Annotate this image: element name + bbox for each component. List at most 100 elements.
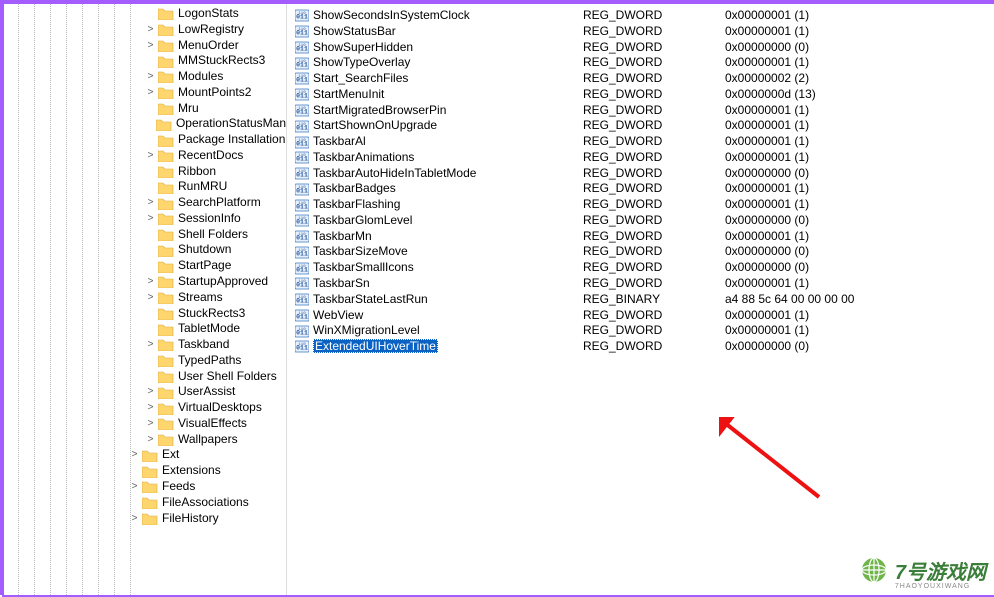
tree-item[interactable]: >Ext [4, 447, 286, 463]
value-type: REG_DWORD [583, 8, 725, 24]
expand-chevron-icon[interactable]: > [145, 416, 156, 432]
expand-chevron-icon[interactable]: > [129, 447, 140, 463]
expand-chevron-icon[interactable]: > [145, 85, 156, 101]
value-row[interactable]: TaskbarMnREG_DWORD0x00000001 (1) [287, 229, 994, 245]
value-row[interactable]: WinXMigrationLevelREG_DWORD0x00000001 (1… [287, 323, 994, 339]
expand-chevron-icon[interactable]: > [145, 211, 156, 227]
value-row[interactable]: TaskbarAlREG_DWORD0x00000001 (1) [287, 134, 994, 150]
expand-chevron-icon[interactable]: > [145, 148, 156, 164]
value-row[interactable]: StartMenuInitREG_DWORD0x0000000d (13) [287, 87, 994, 103]
folder-icon [158, 55, 174, 68]
tree-item[interactable]: Shell Folders [4, 227, 286, 243]
tree-item[interactable]: >SearchPlatform [4, 195, 286, 211]
value-row[interactable]: TaskbarAutoHideInTabletModeREG_DWORD0x00… [287, 166, 994, 182]
tree-item[interactable]: TabletMode [4, 321, 286, 337]
value-data: 0x00000001 (1) [725, 118, 994, 134]
tree-item[interactable]: >VisualEffects [4, 416, 286, 432]
tree-item[interactable]: >Wallpapers [4, 432, 286, 448]
expand-chevron-icon[interactable]: > [145, 38, 156, 54]
value-data: 0x00000001 (1) [725, 323, 994, 339]
tree-item[interactable]: >LowRegistry [4, 22, 286, 38]
value-data: 0x00000001 (1) [725, 276, 994, 292]
value-row[interactable]: TaskbarBadgesREG_DWORD0x00000001 (1) [287, 181, 994, 197]
tree-item[interactable]: >Streams [4, 290, 286, 306]
dword-icon [287, 9, 313, 22]
tree-item-label: LogonStats [178, 6, 239, 22]
tree-item[interactable]: LogonStats [4, 6, 286, 22]
folder-icon [158, 39, 174, 52]
value-row[interactable]: TaskbarAnimationsREG_DWORD0x00000001 (1) [287, 150, 994, 166]
tree-item-label: Extensions [162, 463, 221, 479]
dword-icon [287, 72, 313, 85]
expand-chevron-icon[interactable]: > [145, 400, 156, 416]
folder-icon [158, 134, 174, 147]
tree-item[interactable]: FileAssociations [4, 495, 286, 511]
tree-item[interactable]: >SessionInfo [4, 211, 286, 227]
value-row[interactable]: TaskbarSnREG_DWORD0x00000001 (1) [287, 276, 994, 292]
tree-item[interactable]: >Taskband [4, 337, 286, 353]
tree-item[interactable]: Ribbon [4, 164, 286, 180]
tree-item[interactable]: >RecentDocs [4, 148, 286, 164]
tree-item[interactable]: >Modules [4, 69, 286, 85]
value-type: REG_DWORD [583, 134, 725, 150]
value-row[interactable]: WebViewREG_DWORD0x00000001 (1) [287, 308, 994, 324]
value-row[interactable]: TaskbarGlomLevelREG_DWORD0x00000000 (0) [287, 213, 994, 229]
value-name: Start_SearchFiles [313, 71, 583, 87]
dword-icon [287, 167, 313, 180]
value-row[interactable]: TaskbarSmallIconsREG_DWORD0x00000000 (0) [287, 260, 994, 276]
value-name: StartMenuInit [313, 87, 583, 103]
tree-item[interactable]: Shutdown [4, 242, 286, 258]
expand-chevron-icon[interactable]: > [145, 274, 156, 290]
value-data: 0x00000001 (1) [725, 24, 994, 40]
value-row[interactable]: TaskbarStateLastRunREG_BINARYa4 88 5c 64… [287, 292, 994, 308]
expand-chevron-icon[interactable]: > [145, 432, 156, 448]
values-pane[interactable]: ShowSecondsInSystemClockREG_DWORD0x00000… [287, 4, 994, 595]
value-row[interactable]: Start_SearchFilesREG_DWORD0x00000002 (2) [287, 71, 994, 87]
tree-item[interactable]: >FileHistory [4, 511, 286, 527]
tree-item[interactable]: TypedPaths [4, 353, 286, 369]
tree-item[interactable]: Package Installation [4, 132, 286, 148]
tree-item[interactable]: MMStuckRects3 [4, 53, 286, 69]
folder-icon [158, 402, 174, 415]
folder-icon [142, 465, 158, 478]
tree-item[interactable]: > Feeds [4, 479, 286, 495]
expand-chevron-icon[interactable]: > [145, 195, 156, 211]
tree-item-label: Ribbon [178, 164, 216, 180]
value-row[interactable]: StartMigratedBrowserPinREG_DWORD0x000000… [287, 103, 994, 119]
tree-item[interactable]: RunMRU [4, 179, 286, 195]
tree-item[interactable]: >UserAssist [4, 384, 286, 400]
tree-item[interactable]: >VirtualDesktops [4, 400, 286, 416]
value-row[interactable]: TaskbarFlashingREG_DWORD0x00000001 (1) [287, 197, 994, 213]
tree-item[interactable]: Extensions [4, 463, 286, 479]
expand-chevron-icon[interactable]: > [129, 511, 140, 527]
tree-item[interactable]: >MountPoints2 [4, 85, 286, 101]
value-row[interactable]: ShowSecondsInSystemClockREG_DWORD0x00000… [287, 8, 994, 24]
tree-item[interactable]: StartPage [4, 258, 286, 274]
expand-chevron-icon[interactable]: > [145, 384, 156, 400]
value-name: ExtendedUIHoverTime [313, 339, 583, 355]
value-row[interactable]: ShowTypeOverlayREG_DWORD0x00000001 (1) [287, 55, 994, 71]
expand-chevron-icon[interactable]: > [129, 479, 140, 495]
value-data: 0x00000001 (1) [725, 229, 994, 245]
tree-item[interactable]: >MenuOrder [4, 38, 286, 54]
dword-icon [287, 214, 313, 227]
expand-chevron-icon[interactable]: > [145, 337, 156, 353]
tree-item[interactable]: User Shell Folders [4, 369, 286, 385]
dword-icon [287, 230, 313, 243]
tree-item[interactable]: Mru [4, 101, 286, 117]
registry-editor-window: LogonStats>LowRegistry>MenuOrderMMStuckR… [4, 4, 994, 595]
tree-item[interactable]: >StartupApproved [4, 274, 286, 290]
value-row[interactable]: TaskbarSizeMoveREG_DWORD0x00000000 (0) [287, 244, 994, 260]
tree-item-label: Package Installation [178, 132, 285, 148]
value-row[interactable]: StartShownOnUpgradeREG_DWORD0x00000001 (… [287, 118, 994, 134]
tree-item[interactable]: StuckRects3 [4, 306, 286, 322]
tree-pane[interactable]: LogonStats>LowRegistry>MenuOrderMMStuckR… [4, 4, 287, 595]
expand-chevron-icon[interactable]: > [145, 290, 156, 306]
expand-chevron-icon[interactable]: > [145, 22, 156, 38]
expand-chevron-icon[interactable]: > [145, 69, 156, 85]
value-row[interactable]: ExtendedUIHoverTimeREG_DWORD0x00000000 (… [287, 339, 994, 355]
tree-item-label: Feeds [162, 479, 195, 495]
value-row[interactable]: ShowStatusBarREG_DWORD0x00000001 (1) [287, 24, 994, 40]
value-row[interactable]: ShowSuperHiddenREG_DWORD0x00000000 (0) [287, 40, 994, 56]
tree-item[interactable]: OperationStatusMan [4, 116, 286, 132]
